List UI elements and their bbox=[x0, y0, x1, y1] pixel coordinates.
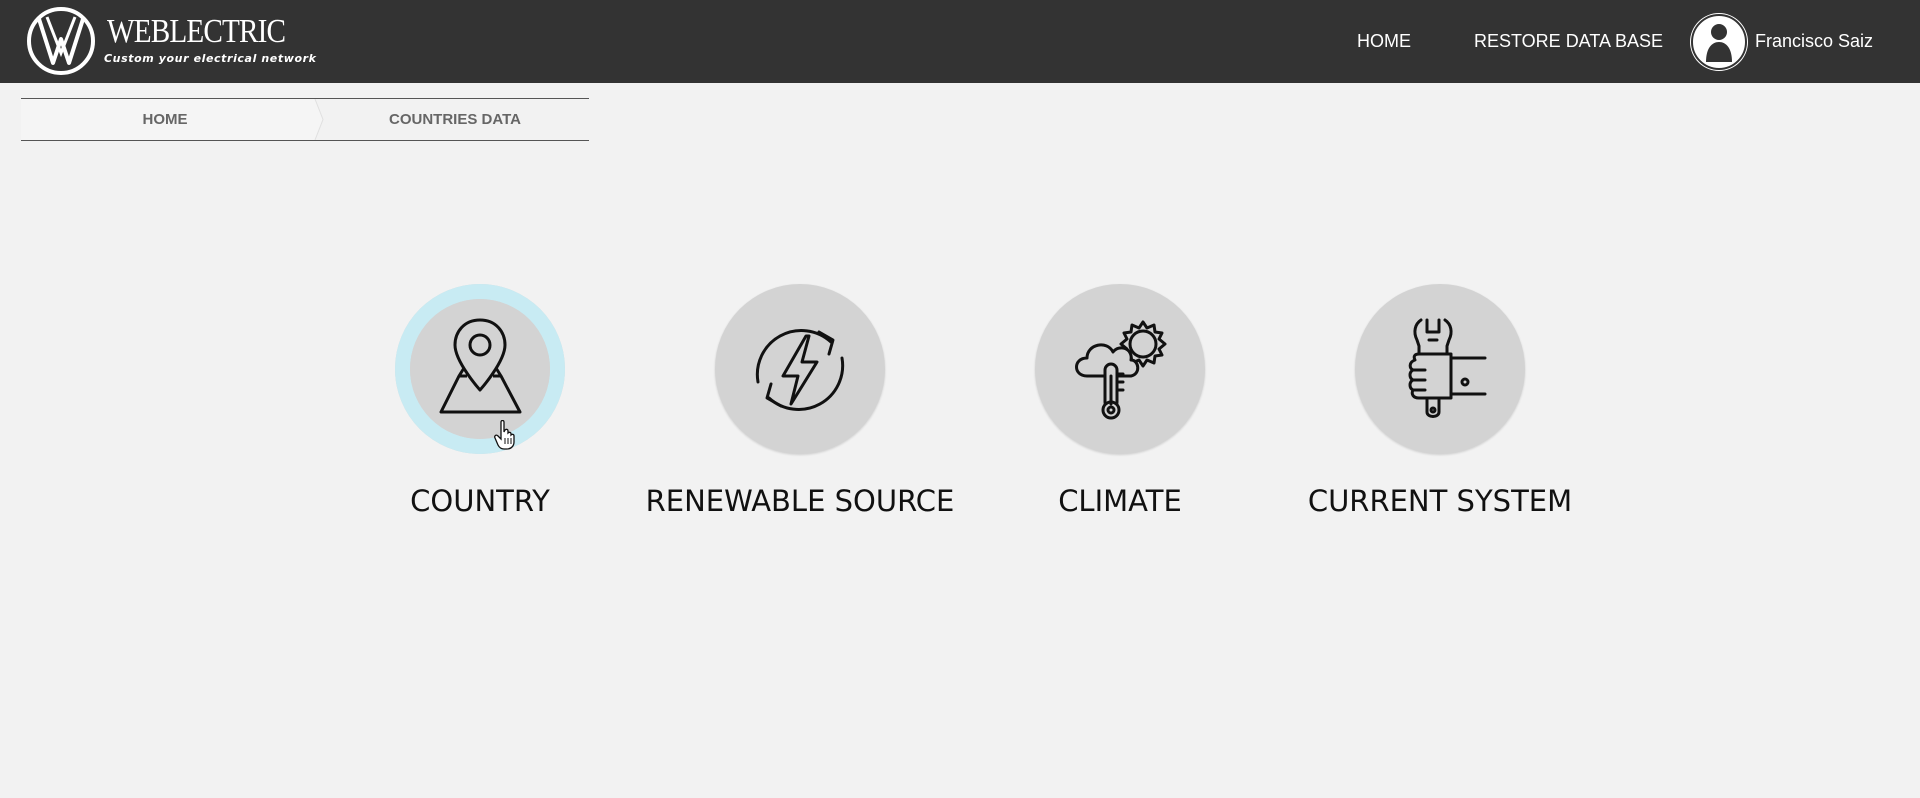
current-system-label: CURRENT SYSTEM bbox=[1307, 484, 1573, 518]
top-navbar: WEBLECTRIC Custom your electrical networ… bbox=[0, 0, 1920, 83]
user-avatar[interactable] bbox=[1691, 14, 1747, 70]
climate-icon bbox=[1075, 320, 1167, 420]
breadcrumb: HOME COUNTRIES DATA bbox=[21, 98, 589, 141]
country-tile[interactable]: COUNTRY bbox=[315, 284, 615, 534]
brand-name: WEBLECTRIC bbox=[107, 13, 286, 50]
current-system-tile[interactable]: CURRENT SYSTEM bbox=[1275, 284, 1575, 534]
logo-mark-icon bbox=[27, 7, 95, 75]
climate-button[interactable] bbox=[1035, 284, 1205, 454]
renewable-energy-icon bbox=[755, 329, 845, 411]
breadcrumb-home[interactable]: HOME bbox=[21, 99, 309, 140]
hand-pointer-cursor-icon bbox=[494, 420, 515, 450]
user-silhouette-icon bbox=[1706, 24, 1732, 62]
renewable-source-button[interactable] bbox=[715, 284, 885, 454]
climate-tile[interactable]: CLIMATE bbox=[955, 284, 1255, 534]
renewable-source-tile[interactable]: RENEWABLE SOURCE bbox=[635, 284, 954, 534]
user-name[interactable]: Francisco Saiz bbox=[1755, 0, 1873, 83]
current-system-button[interactable] bbox=[1355, 284, 1525, 454]
wrench-hand-icon bbox=[1408, 318, 1487, 418]
map-pin-icon bbox=[439, 318, 522, 414]
weblectric-logo[interactable]: WEBLECTRIC Custom your electrical networ… bbox=[25, 5, 316, 77]
nav-restore-database-link[interactable]: RESTORE DATA BASE bbox=[1474, 0, 1663, 83]
nav-home-link[interactable]: HOME bbox=[1357, 0, 1411, 83]
country-button[interactable] bbox=[395, 284, 565, 454]
brand-tagline: Custom your electrical network bbox=[104, 52, 317, 65]
breadcrumb-countries-data[interactable]: COUNTRIES DATA bbox=[321, 99, 589, 140]
